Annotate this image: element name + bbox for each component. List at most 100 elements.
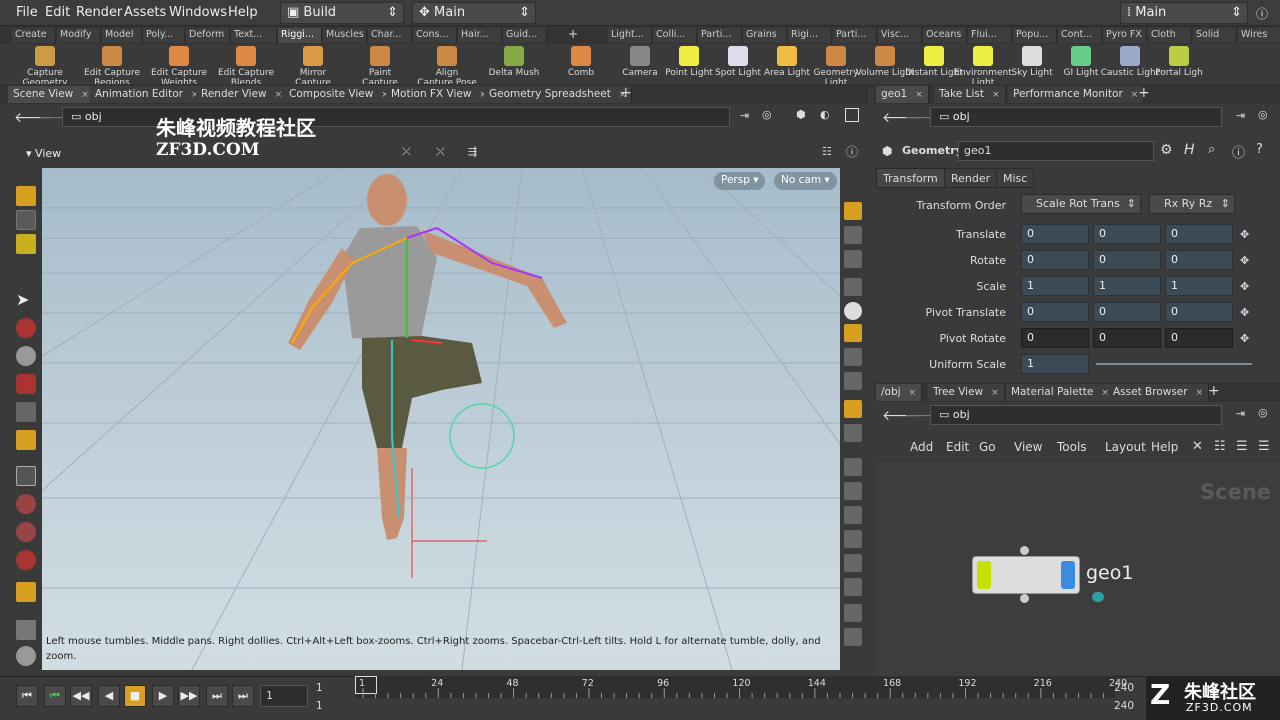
pin-icon[interactable]: ⇥ xyxy=(1236,109,1245,122)
pane_tabs_left-tab[interactable]: Geometry Spreadsheet × xyxy=(484,86,633,103)
visibility-icon[interactable] xyxy=(844,400,862,418)
shelf-tool-button[interactable]: Edit Capture Regions xyxy=(81,46,143,88)
node-input-connector[interactable] xyxy=(1020,546,1029,555)
close-icon[interactable]: × xyxy=(992,90,1000,100)
pane_tabs_right_bottom-tab[interactable]: /obj × xyxy=(876,384,923,401)
capture-tool-icon[interactable] xyxy=(16,318,36,338)
param-field[interactable]: 0 xyxy=(1093,250,1161,270)
shelf-tab[interactable]: Create xyxy=(12,28,56,43)
shelf-tab[interactable]: Solid xyxy=(1193,28,1237,43)
channel-icon[interactable]: ✥ xyxy=(1240,332,1249,345)
channel-icon[interactable]: ✥ xyxy=(1240,280,1249,293)
stop-icon[interactable]: ■ xyxy=(124,685,146,707)
shelf-tab[interactable]: Cloth xyxy=(1148,28,1192,43)
number-icon-2[interactable] xyxy=(844,578,862,596)
step-forward-icon[interactable]: ▶▶ xyxy=(178,685,200,707)
shelf-tab[interactable]: Deform xyxy=(186,28,230,43)
render-icon[interactable]: ◐ xyxy=(820,108,830,121)
shelf-tab[interactable]: Popu... xyxy=(1013,28,1057,43)
pane_tabs_right_bottom-tab[interactable]: Tree View × xyxy=(928,384,1005,401)
camera-tool-icon-3[interactable]: ⇶ xyxy=(468,145,477,158)
param-field[interactable]: 0 xyxy=(1021,250,1089,270)
shelf-tool-button[interactable]: Align Capture Pose xyxy=(416,46,478,88)
shelf-tab[interactable]: Guid... xyxy=(503,28,547,43)
pane_tabs_right_bottom-tab[interactable]: Material Palette × xyxy=(1006,384,1115,401)
pin-icon[interactable]: ⇥ xyxy=(1236,407,1245,420)
menu-file[interactable]: File xyxy=(16,5,38,20)
menu-windows[interactable]: Windows xyxy=(169,5,227,20)
plus-icon[interactable]: + xyxy=(568,27,578,41)
network-menu-item[interactable]: Edit xyxy=(946,440,969,454)
camera-tool-icon[interactable]: ⤫ xyxy=(402,145,411,159)
camera-icon[interactable] xyxy=(844,372,862,390)
play-reverse-icon[interactable]: ◀ xyxy=(98,685,120,707)
shelf-tab[interactable]: Model xyxy=(102,28,142,43)
help-icon[interactable]: ⓘ xyxy=(846,143,858,160)
pane_tabs_left-tab[interactable]: Composite View× xyxy=(284,86,395,103)
link-icon[interactable]: ◎ xyxy=(1258,108,1268,121)
param-field[interactable]: 0 xyxy=(1093,302,1161,322)
maximize-icon[interactable] xyxy=(845,108,859,122)
skeleton-tool-icon[interactable] xyxy=(16,402,36,422)
magnet-icon-2[interactable] xyxy=(16,522,36,542)
param-field[interactable]: 0 xyxy=(1021,302,1089,322)
geo1-node[interactable]: ⬢ xyxy=(972,556,1080,594)
gear-icon[interactable]: ⚙ xyxy=(1160,142,1173,158)
network-menu-item[interactable]: Help xyxy=(1151,440,1178,454)
scene-viewport[interactable]: Persp ▾ No cam ▾ xyxy=(42,168,840,670)
jump-start-icon[interactable]: ⏮ xyxy=(16,685,38,707)
shelf-tab[interactable]: Visc... xyxy=(878,28,922,43)
snapshot-icon[interactable] xyxy=(844,424,862,442)
shelf-tool-button[interactable]: Edit Capture Weights xyxy=(148,46,210,88)
plus-icon[interactable]: + xyxy=(1208,383,1220,399)
shelf-tab[interactable]: Muscles xyxy=(323,28,367,43)
param-field[interactable]: 1 xyxy=(1021,276,1089,296)
shelf-tab[interactable]: Text... xyxy=(231,28,277,43)
shelf-tab[interactable]: Cont... xyxy=(1058,28,1102,43)
camera-tool-icon-2[interactable]: ⤬ xyxy=(436,145,445,159)
help-icon[interactable]: ⓘ xyxy=(1256,5,1268,22)
param-field[interactable]: 0 xyxy=(1093,224,1161,244)
snap-icon[interactable] xyxy=(16,582,36,602)
lock-icon[interactable] xyxy=(844,250,862,268)
channel-icon[interactable]: ✥ xyxy=(1240,228,1249,241)
magnet-icon[interactable] xyxy=(16,494,36,514)
hand-icon[interactable] xyxy=(844,554,862,572)
uniform-scale-slider[interactable] xyxy=(1096,363,1252,365)
current-frame-field[interactable]: 1 xyxy=(260,685,308,707)
shelf-tab[interactable]: Hair... xyxy=(458,28,502,43)
shelf-tool-button[interactable]: Portal Ligh xyxy=(1149,46,1209,78)
shelf-tab[interactable]: Poly... xyxy=(143,28,185,43)
pane_tabs_right_top-tab[interactable]: geo1 × xyxy=(876,86,929,103)
close-icon[interactable]: × xyxy=(1196,388,1204,398)
close-icon[interactable]: × xyxy=(909,388,917,398)
select-tool-icon[interactable] xyxy=(16,186,36,206)
param-field[interactable]: 0 xyxy=(1093,328,1161,348)
pane_tabs_left-tab[interactable]: Motion FX View× xyxy=(386,86,493,103)
rotate-tool-icon[interactable] xyxy=(16,234,36,254)
sphere-tool-icon[interactable] xyxy=(16,346,36,366)
tools-icon[interactable]: ✕ xyxy=(1192,439,1203,454)
pane_tabs_right_bottom-tab[interactable]: Asset Browser × xyxy=(1108,384,1210,401)
tree-icon[interactable]: ☷ xyxy=(1214,439,1226,454)
dot-icon[interactable] xyxy=(844,458,862,476)
shelf-tool-button[interactable]: Comb xyxy=(550,46,612,78)
pane_tabs_right_top-tab[interactable]: Take List × xyxy=(934,86,1006,103)
view-menu[interactable]: ▾ View xyxy=(26,147,61,160)
move-tool-icon[interactable] xyxy=(16,210,36,230)
step-next-key-icon[interactable]: ⏭ xyxy=(206,685,228,707)
pane_tabs_left-tab[interactable]: Animation Editor × xyxy=(90,86,205,103)
info-icon[interactable]: ⓘ xyxy=(1232,142,1245,161)
play-icon[interactable]: ▶ xyxy=(152,685,174,707)
transform-order-select[interactable]: Scale Rot Trans ⇕ xyxy=(1021,194,1141,214)
list-icon[interactable]: ☰ xyxy=(1236,439,1248,454)
end-frame-label-2[interactable]: 240 xyxy=(1114,700,1134,712)
param-field[interactable]: 1 xyxy=(1021,354,1089,374)
display-options-icon[interactable]: ☷ xyxy=(822,145,832,158)
help-icon[interactable]: ? xyxy=(1256,142,1263,157)
shelf-tab[interactable]: Pyro FX xyxy=(1103,28,1147,43)
pane_tabs_left-tab[interactable]: Render View × xyxy=(196,86,289,103)
step-first-key-icon[interactable]: ⏮ xyxy=(44,685,66,707)
pane_tabs_left-tab[interactable]: Scene View × xyxy=(8,86,95,103)
persp-menu[interactable]: Persp ▾ xyxy=(714,172,766,190)
